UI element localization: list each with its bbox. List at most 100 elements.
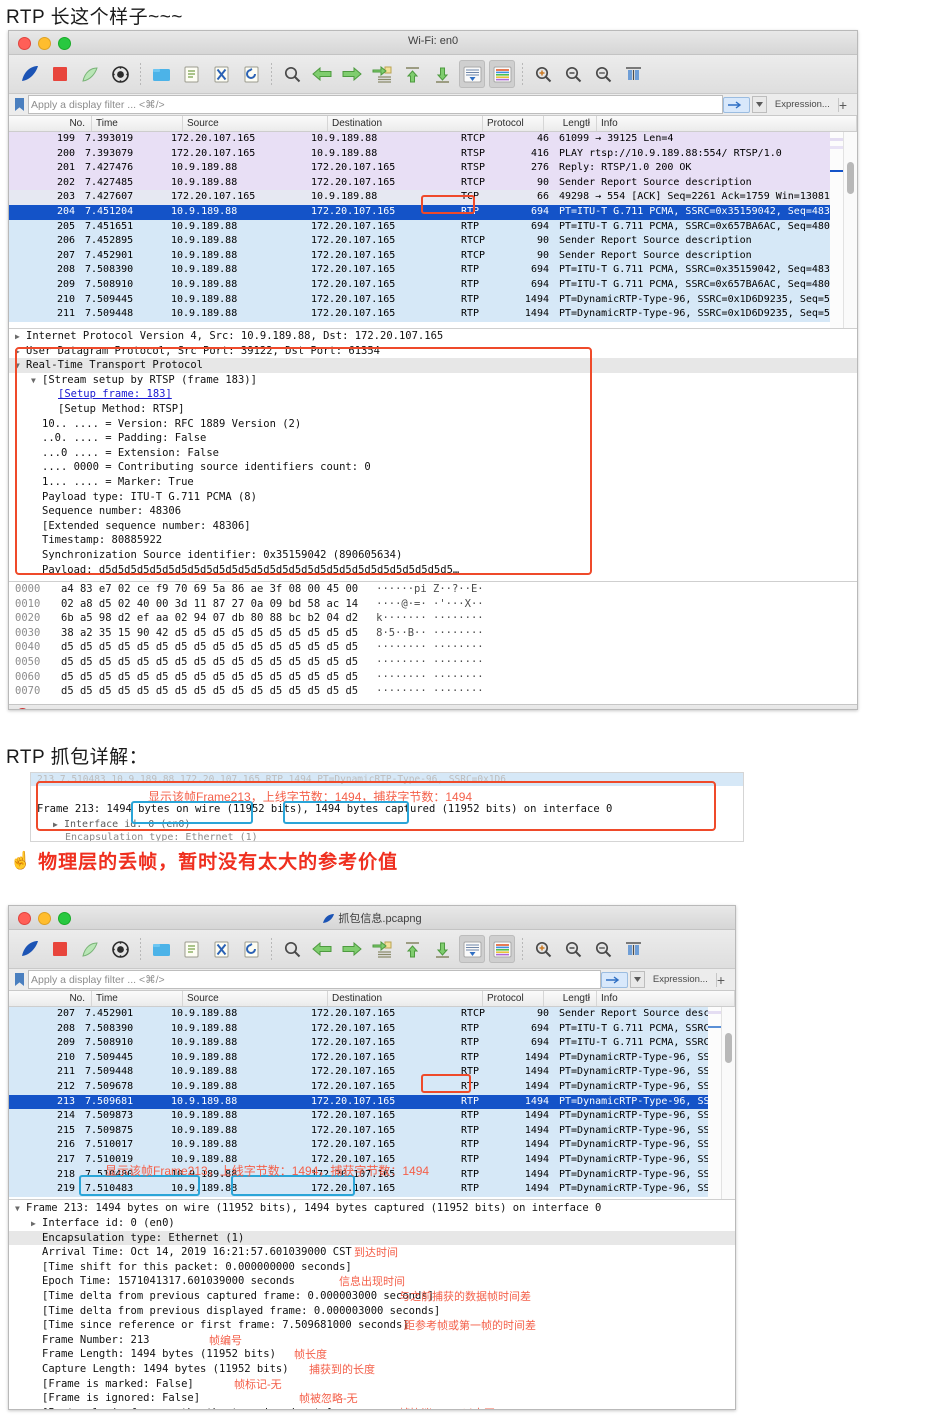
column-header-length[interactable]: Lengtł (544, 991, 597, 1006)
column-header-protocol[interactable]: Protocol (483, 116, 544, 131)
start-capture-shark-icon[interactable] (17, 935, 43, 963)
column-header-no[interactable]: No. (9, 116, 92, 131)
table-row[interactable]: 201 7.427476 10.9.189.88 172.20.107.165 RTSP… (9, 161, 857, 176)
table-row[interactable]: 210 7.509445 10.9.189.88 172.20.107.165 RTP 1… (9, 292, 857, 308)
auto-scroll-icon[interactable] (459, 935, 485, 963)
capture-options-gear-icon[interactable] (107, 935, 133, 963)
detail-tree-label[interactable]: [Setup frame: 183] (58, 388, 172, 400)
go-back-icon[interactable] (309, 60, 335, 88)
add-filter-button[interactable]: + (717, 972, 725, 988)
zoom-reset-icon[interactable] (590, 935, 616, 963)
table-row[interactable]: 210 7.509445 10.9.189.88 172.20.107.165 RTP 1… (9, 1050, 735, 1066)
window2-toolbar[interactable] (9, 930, 735, 969)
apply-filter-arrow-icon[interactable] (722, 96, 750, 113)
hex-dump-row[interactable]: 0060 d5 d5 d5 d5 d5 d5 d5 d5 d5 d5 d5 d5 … (9, 670, 857, 685)
table-row[interactable]: 216 7.510017 10.9.189.88 172.20.107.165 RTP 1… (9, 1138, 735, 1153)
detail-tree-row[interactable]: [Setup frame: 183] (9, 387, 857, 402)
colorize-icon[interactable] (489, 60, 515, 88)
detail-tree-row[interactable]: Frame Length: 1494 bytes (11952 bits) 帧长度 (9, 1347, 735, 1362)
go-to-first-icon[interactable] (399, 935, 425, 963)
go-forward-icon[interactable] (339, 60, 365, 88)
window2-packet-columns[interactable]: No. Time Source Destination Protocol Len… (9, 991, 735, 1007)
start-capture-shark-icon[interactable] (17, 60, 43, 88)
display-filter-input[interactable]: Apply a display filter ... <⌘/> (28, 95, 723, 114)
detail-tree-row[interactable]: 10.. .... = Version: RFC 1889 Version (2… (9, 417, 857, 432)
detail-tree-row[interactable]: [Time shift for this packet: 0.000000000… (9, 1260, 735, 1275)
window1-packet-list[interactable]: 199 7.393019 172.20.107.165 10.9.189.88 RTCP… (9, 132, 857, 328)
zoom-out-icon[interactable] (560, 60, 586, 88)
save-file-icon[interactable] (178, 935, 204, 963)
bookmark-icon[interactable] (15, 973, 24, 986)
frame-collapse-triangle-icon[interactable]: ▼ (15, 1201, 26, 1216)
detail-tree-row[interactable]: [Time delta from previous captured frame… (9, 1289, 735, 1304)
column-header-no[interactable]: No. (9, 991, 92, 1006)
stop-capture-icon[interactable] (47, 60, 73, 88)
table-row[interactable]: 209 7.508910 10.9.189.88 172.20.107.165 RTP 6… (9, 1036, 735, 1051)
detail-tree-row[interactable]: Frame Number: 213 帧编号 (9, 1333, 735, 1348)
hex-dump-row[interactable]: 0020 6b a5 98 d2 ef aa 02 94 07 db 80 88 … (9, 611, 857, 626)
hex-dump-row[interactable]: 0070 d5 d5 d5 d5 d5 d5 d5 d5 d5 d5 d5 d5 … (9, 684, 857, 699)
hex-dump-row[interactable]: 0010 02 a8 d5 02 40 00 3d 11 87 27 0a 09 … (9, 597, 857, 612)
find-packet-icon[interactable] (279, 935, 305, 963)
close-file-icon[interactable] (208, 60, 234, 88)
expand-triangle-icon[interactable]: ▶ (15, 345, 26, 360)
reload-file-icon[interactable] (238, 60, 264, 88)
detail-tree-row[interactable]: ▶ Interface id: 0 (en0) (9, 1216, 735, 1231)
zoom-in-icon[interactable] (530, 60, 556, 88)
detail-tree-row[interactable]: [Frame is ignored: False] 帧被忽略-无 (9, 1391, 735, 1406)
window1-detail-pane[interactable]: ▶ Internet Protocol Version 4, Src: 10.9.… (9, 328, 857, 581)
detail-tree-row[interactable]: Epoch Time: 1571041317.601039000 seconds… (9, 1274, 735, 1289)
table-row[interactable]: 214 7.509873 10.9.189.88 172.20.107.165 RTP 1… (9, 1109, 735, 1124)
add-filter-button[interactable]: + (839, 97, 847, 113)
table-row[interactable]: 211 7.509448 10.9.189.88 172.20.107.165 RTP 1… (9, 1065, 735, 1080)
go-forward-icon[interactable] (339, 935, 365, 963)
table-row[interactable]: 215 7.509875 10.9.189.88 172.20.107.165 RTP 1… (9, 1123, 735, 1139)
column-header-info[interactable]: Info (597, 991, 735, 1006)
column-header-source[interactable]: Source (183, 991, 328, 1006)
reload-file-icon[interactable] (238, 935, 264, 963)
zoom-reset-icon[interactable] (590, 60, 616, 88)
detail-tree-row[interactable]: [Extended sequence number: 48306] (9, 519, 857, 534)
filter-history-chevron-down-icon[interactable] (629, 971, 645, 988)
table-row[interactable]: 207 7.452901 10.9.189.88 172.20.107.165 RTCP… (9, 248, 857, 264)
column-header-time[interactable]: Time (92, 991, 183, 1006)
detail-tree-row[interactable]: ▶ Internet Protocol Version 4, Src: 10.9.… (9, 329, 857, 344)
detail-tree-row[interactable]: [Time delta from previous displayed fram… (9, 1304, 735, 1319)
window1-hex-pane[interactable]: 0000 a4 83 e7 02 ce f9 70 69 5a 86 ae 3f … (9, 581, 857, 704)
table-row[interactable]: 206 7.452895 10.9.189.88 172.20.107.165 RTCP… (9, 234, 857, 249)
table-row[interactable]: 208 7.508390 10.9.189.88 172.20.107.165 RTP 6… (9, 1021, 735, 1037)
hex-dump-row[interactable]: 0000 a4 83 e7 02 ce f9 70 69 5a 86 ae 3f … (9, 582, 857, 597)
table-row[interactable]: 211 7.509448 10.9.189.88 172.20.107.165 RTP 1… (9, 307, 857, 322)
collapse-triangle-icon[interactable]: ▼ (31, 374, 42, 389)
expand-triangle-icon[interactable]: ▶ (31, 1217, 42, 1232)
column-header-info[interactable]: Info (597, 116, 857, 131)
detail-tree-row[interactable]: ..0. .... = Padding: False (9, 431, 857, 446)
resize-columns-icon[interactable] (620, 935, 646, 963)
display-filter-input[interactable]: Apply a display filter ... <⌘/> (28, 970, 601, 989)
table-row[interactable]: 205 7.451651 10.9.189.88 172.20.107.165 RTP 6… (9, 219, 857, 235)
help-question-icon[interactable]: ? (36, 709, 42, 710)
table-row[interactable]: 202 7.427485 10.9.189.88 172.20.107.165 RTCP… (9, 175, 857, 191)
go-to-last-icon[interactable] (429, 935, 455, 963)
detail-tree-row[interactable]: [Frame is marked: False] 帧标记-无 (9, 1377, 735, 1392)
save-file-icon[interactable] (178, 60, 204, 88)
open-file-icon[interactable] (148, 935, 174, 963)
resize-columns-icon[interactable] (620, 60, 646, 88)
collapse-triangle-icon[interactable]: ▼ (15, 359, 26, 374)
go-to-last-icon[interactable] (429, 60, 455, 88)
strip-expand-triangle-icon[interactable]: ▶ (53, 820, 64, 829)
table-row[interactable]: 219 7.510483 10.9.189.88 172.20.107.165 RTP 1… (9, 1182, 735, 1197)
expand-triangle-icon[interactable]: ▶ (15, 330, 26, 345)
detail-tree-row[interactable]: Payload: d5d5d5d5d5d5d5d5d5d5d5d5d5d5d5d… (9, 563, 857, 578)
column-header-time[interactable]: Time (92, 116, 183, 131)
window1-filter-bar[interactable]: Apply a display filter ... <⌘/> Expressi… (9, 94, 857, 116)
window2-packet-scrollbar[interactable] (721, 1007, 735, 1199)
colorize-icon[interactable] (489, 935, 515, 963)
table-row[interactable]: 213 7.509681 10.9.189.88 172.20.107.165 RTP 1… (9, 1094, 735, 1110)
stop-capture-icon[interactable] (47, 935, 73, 963)
detail-tree-row[interactable]: [Protocols in frame: eth:ethertype:ip:ud… (9, 1406, 735, 1409)
detail-tree-row[interactable]: ▼ Real-Time Transport Protocol (9, 358, 857, 373)
hex-dump-row[interactable]: 0050 d5 d5 d5 d5 d5 d5 d5 d5 d5 d5 d5 d5 … (9, 655, 857, 670)
table-row[interactable]: 208 7.508390 10.9.189.88 172.20.107.165 RTP 6… (9, 263, 857, 278)
go-to-packet-icon[interactable] (369, 60, 395, 88)
